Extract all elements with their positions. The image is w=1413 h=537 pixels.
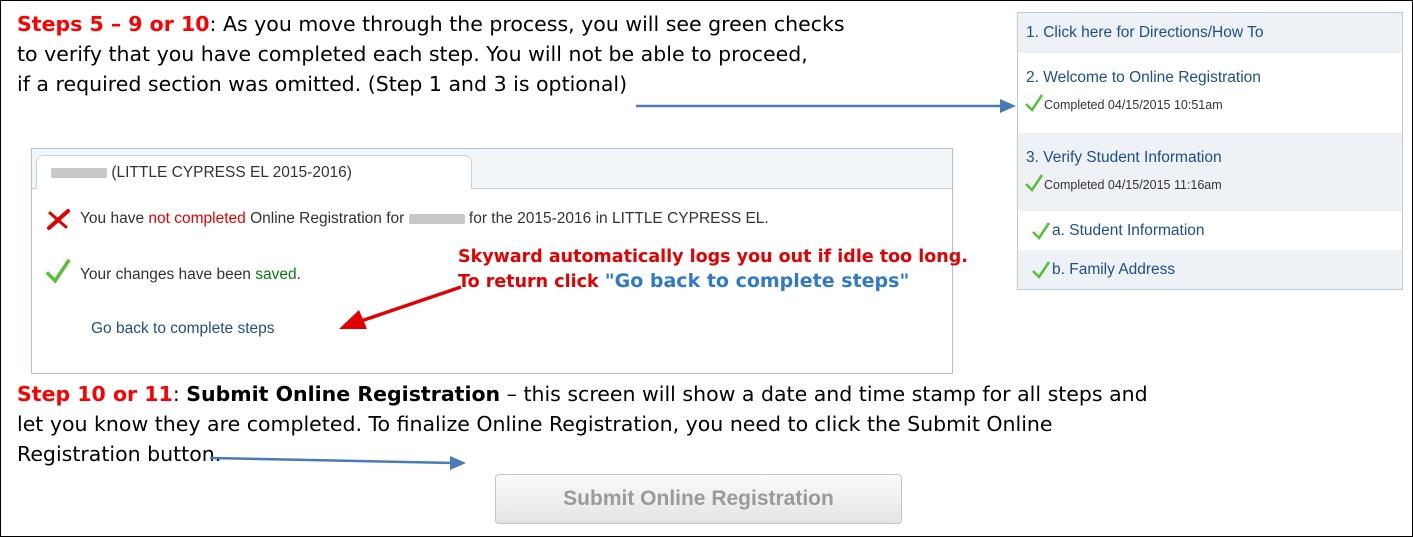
note-line2-quote: "Go back to complete steps"	[604, 270, 910, 292]
step-label[interactable]: 1. Click here for Directions/How To	[1026, 24, 1263, 42]
step-label[interactable]: 3. Verify Student Information	[1026, 149, 1222, 167]
para2-line2: let you know they are completed. To fina…	[17, 412, 1053, 436]
step-label[interactable]: a. Student Information	[1052, 222, 1205, 240]
tab-title: (LITTLE CYPRESS EL 2015-2016)	[111, 164, 352, 181]
saved-prefix: Your changes have been	[80, 266, 256, 283]
step-item-student-info[interactable]: a. Student Information	[1018, 211, 1402, 250]
registration-status-panel: (LITTLE CYPRESS EL 2015-2016) You have n…	[31, 148, 968, 374]
student-tab[interactable]: (LITTLE CYPRESS EL 2015-2016)	[36, 155, 472, 189]
step-item-directions[interactable]: 1. Click here for Directions/How To	[1018, 13, 1402, 53]
idle-logout-note: Skyward automatically logs you out if id…	[458, 245, 968, 294]
green-check-icon	[1025, 94, 1044, 113]
msg-middle: Online Registration for	[245, 210, 409, 227]
paragraph-steps-5-9: Steps 5 – 9 or 10: As you move through t…	[17, 9, 845, 99]
submit-bold: Submit Online Registration	[186, 382, 501, 406]
green-check-icon	[1032, 261, 1051, 280]
note-line1: Skyward automatically logs you out if id…	[458, 247, 968, 267]
msg-prefix: You have	[80, 210, 149, 227]
para2-line1: – this screen will show a date and time …	[500, 382, 1148, 406]
redacted-name	[51, 167, 107, 178]
steps-heading: Steps 5 – 9 or 10	[17, 12, 210, 36]
para1-line2: to verify that you have completed each s…	[17, 42, 808, 66]
registration-status-message: You have not completed Online Registrati…	[80, 210, 769, 228]
not-completed-text: not completed	[148, 210, 246, 227]
para1-line1: : As you move through the process, you w…	[209, 12, 845, 36]
step-status: Completed 04/15/2015 11:16am	[1044, 178, 1222, 192]
steps-panel: 1. Click here for Directions/How To 2. W…	[1017, 12, 1403, 290]
msg-suffix: for the 2015-2016 in LITTLE CYPRESS EL.	[464, 210, 769, 227]
colon: :	[172, 382, 187, 406]
step-status: Completed 04/15/2015 10:51am	[1044, 98, 1223, 112]
saved-message: Your changes have been saved.	[80, 266, 301, 284]
panel-header: (LITTLE CYPRESS EL 2015-2016)	[32, 149, 952, 189]
paragraph-step-10: Step 10 or 11: Submit Online Registratio…	[17, 379, 1148, 469]
arrow-icon	[636, 99, 1016, 113]
green-check-icon	[45, 258, 71, 284]
red-x-icon	[47, 209, 70, 230]
step-item-welcome[interactable]: 2. Welcome to Online Registration Comple…	[1018, 53, 1402, 133]
step-item-family-address[interactable]: b. Family Address	[1018, 250, 1402, 289]
step-item-verify[interactable]: 3. Verify Student Information Completed …	[1018, 133, 1402, 211]
saved-suffix: .	[296, 266, 301, 283]
step-label[interactable]: b. Family Address	[1052, 261, 1175, 279]
submit-online-registration-button[interactable]: Submit Online Registration	[495, 474, 902, 524]
para1-line3: if a required section was omitted. (Step…	[17, 72, 628, 96]
para2-line3: Registration button.	[17, 442, 222, 466]
note-line2-prefix: To return click	[458, 272, 605, 292]
saved-word: saved	[255, 266, 297, 283]
step-label[interactable]: 2. Welcome to Online Registration	[1026, 69, 1261, 87]
green-check-icon	[1032, 222, 1051, 241]
go-back-link[interactable]: Go back to complete steps	[91, 320, 275, 338]
step10-heading: Step 10 or 11	[17, 382, 173, 406]
arrow-icon	[210, 456, 466, 470]
arrow-icon	[339, 285, 462, 329]
green-check-icon	[1025, 174, 1044, 193]
redacted-name	[408, 213, 465, 224]
